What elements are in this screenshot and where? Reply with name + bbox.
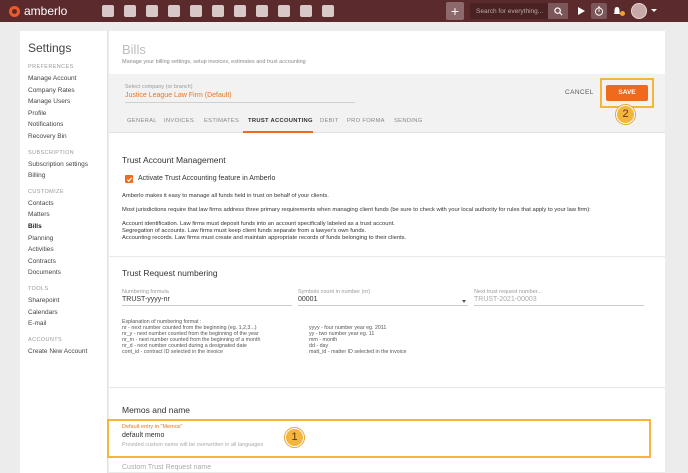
sidebar-item-documents[interactable]: Documents [28, 267, 107, 279]
requirement-account-identification: Account identification. Law firms must d… [122, 221, 395, 227]
symbols-count-label: Symbols count in number (nr) [298, 289, 371, 295]
reports-icon[interactable] [322, 5, 334, 17]
sidebar-section-subscription: SUBSCRIPTION [28, 149, 75, 156]
sidebar-item-create-new-account[interactable]: Create New Account [28, 346, 107, 358]
bills-icon[interactable] [168, 5, 180, 17]
company-select[interactable]: Justice League Law Firm (Default) [125, 92, 355, 103]
search-button[interactable] [548, 3, 568, 19]
amberlo-logo-icon [9, 5, 20, 17]
mail-icon[interactable] [300, 5, 312, 17]
sidebar-item-planning[interactable]: Planning [28, 233, 107, 245]
sidebar-title: Settings [28, 41, 72, 55]
dashboard-icon[interactable] [102, 5, 114, 17]
tab-pro-forma[interactable]: PRO FORMA [347, 118, 385, 124]
sidebar-section-customize: CUSTOMIZE [28, 188, 64, 195]
main-nav-icons [97, 5, 339, 17]
trust-intro-text: Amberlo makes it easy to manage all fund… [122, 193, 329, 199]
chevron-down-icon[interactable] [462, 300, 466, 303]
requirement-segregation: Segregation of accounts. Law firms must … [122, 228, 367, 234]
sidebar-item-recovery-bin[interactable]: Recovery Bin [28, 131, 107, 143]
top-navigation-bar: amberlo + [0, 0, 688, 22]
global-search [470, 3, 568, 19]
sidebar-section-tools: TOOLS [28, 285, 49, 292]
settings-tabs: GENERAL INVOICES ESTIMATES TRUST ACCOUNT… [109, 113, 665, 133]
memos-title: Memos and name [122, 405, 191, 415]
explanation-matt-id: matt_id - matter ID selected in the invo… [309, 349, 407, 355]
sidebar-item-email[interactable]: E-mail [28, 318, 107, 330]
play-icon [578, 7, 585, 15]
activate-trust-checkbox[interactable] [125, 175, 133, 183]
page-title: Bills [122, 42, 146, 57]
user-avatar[interactable] [631, 3, 647, 19]
numbering-formula-input[interactable]: TRUST-yyyy-nr [122, 296, 292, 306]
sidebar-item-billing[interactable]: Billing [28, 170, 107, 182]
tab-sending[interactable]: SENDING [394, 118, 423, 124]
save-button[interactable]: SAVE [606, 85, 648, 101]
numbering-formula-label: Numbering formula [122, 289, 169, 295]
stopwatch-icon [594, 6, 604, 16]
next-number-label: Next trust request number... [474, 289, 542, 295]
sidebar-section-preferences: PREFERENCES [28, 64, 74, 70]
sidebar-item-manage-users[interactable]: Manage Users [28, 96, 107, 108]
requirement-accounting-records: Accounting records. Law firms must creat… [122, 235, 407, 241]
bills-settings-panel: Bills Manage your billing settings, setu… [107, 31, 665, 473]
brand-logo[interactable]: amberlo [9, 4, 97, 18]
tab-debit[interactable]: DEBIT [320, 118, 339, 124]
documents-icon[interactable] [278, 5, 290, 17]
sidebar-item-company-rates[interactable]: Company Rates [28, 85, 107, 97]
briefcase-icon[interactable] [146, 5, 158, 17]
numbering-title: Trust Request numbering [122, 268, 218, 278]
sidebar-item-profile[interactable]: Profile [28, 108, 107, 120]
contacts-icon[interactable] [124, 5, 136, 17]
page-subtitle: Manage your billing settings, setup invo… [122, 59, 306, 65]
symbols-count-select[interactable]: 00001 [298, 296, 468, 306]
activate-trust-label: Activate Trust Accounting feature in Amb… [138, 175, 276, 182]
sidebar-section-accounts: ACCOUNTS [28, 336, 63, 343]
sidebar-item-contacts[interactable]: Contacts [28, 198, 107, 210]
custom-name-highlight [107, 419, 651, 458]
settings-sidebar: Settings PREFERENCES Manage Account Comp… [20, 31, 108, 473]
tab-invoices[interactable]: INVOICES [164, 118, 194, 124]
right-gutter [665, 22, 688, 473]
sidebar-item-calendars[interactable]: Calendars [28, 307, 107, 319]
sidebar-item-subscription-settings[interactable]: Subscription settings [28, 159, 107, 171]
notification-badge [620, 11, 625, 16]
bank-icon[interactable] [190, 5, 202, 17]
next-number-field: TRUST-2021-00003 [474, 296, 644, 306]
custom-trust-request-name-input[interactable]: Custom Trust Request name [122, 464, 652, 473]
search-input[interactable] [476, 7, 548, 15]
folder-icon[interactable] [256, 5, 268, 17]
add-new-button[interactable]: + [446, 2, 464, 20]
brand-name: amberlo [24, 4, 68, 18]
timer-icon[interactable] [234, 5, 246, 17]
sidebar-item-activities[interactable]: Activities [28, 244, 107, 256]
numbering-section: Trust Request numbering Numbering formul… [109, 258, 665, 388]
sidebar-item-sharepoint[interactable]: Sharepoint [28, 295, 107, 307]
step-badge-1: 1 [285, 428, 304, 447]
cancel-button[interactable]: CANCEL [565, 89, 594, 96]
stopwatch-button[interactable] [591, 3, 607, 19]
sidebar-item-bills[interactable]: Bills [28, 221, 107, 233]
tab-trust-accounting[interactable]: TRUST ACCOUNTING [248, 118, 313, 124]
trust-management-section: Trust Account Management Activate Trust … [109, 133, 665, 257]
calendar-icon[interactable] [212, 5, 224, 17]
trust-management-title: Trust Account Management [122, 155, 226, 165]
sidebar-item-matters[interactable]: Matters [28, 209, 107, 221]
tab-general[interactable]: GENERAL [127, 118, 157, 124]
company-select-label: Select company (or branch) [125, 84, 193, 90]
explanation-cont-id: cont_id - contract ID selected in the in… [122, 349, 223, 355]
sidebar-item-notifications[interactable]: Notifications [28, 119, 107, 131]
trust-requirements-text: Most jurisdictions require that law firm… [122, 207, 591, 213]
checkmark-icon [126, 176, 132, 182]
tab-estimates[interactable]: ESTIMATES [204, 118, 239, 124]
sidebar-item-contracts[interactable]: Contracts [28, 256, 107, 268]
chevron-down-icon[interactable] [651, 9, 657, 12]
play-timer-button[interactable] [573, 3, 589, 19]
sidebar-item-manage-account[interactable]: Manage Account [28, 73, 107, 85]
search-icon [553, 6, 563, 16]
